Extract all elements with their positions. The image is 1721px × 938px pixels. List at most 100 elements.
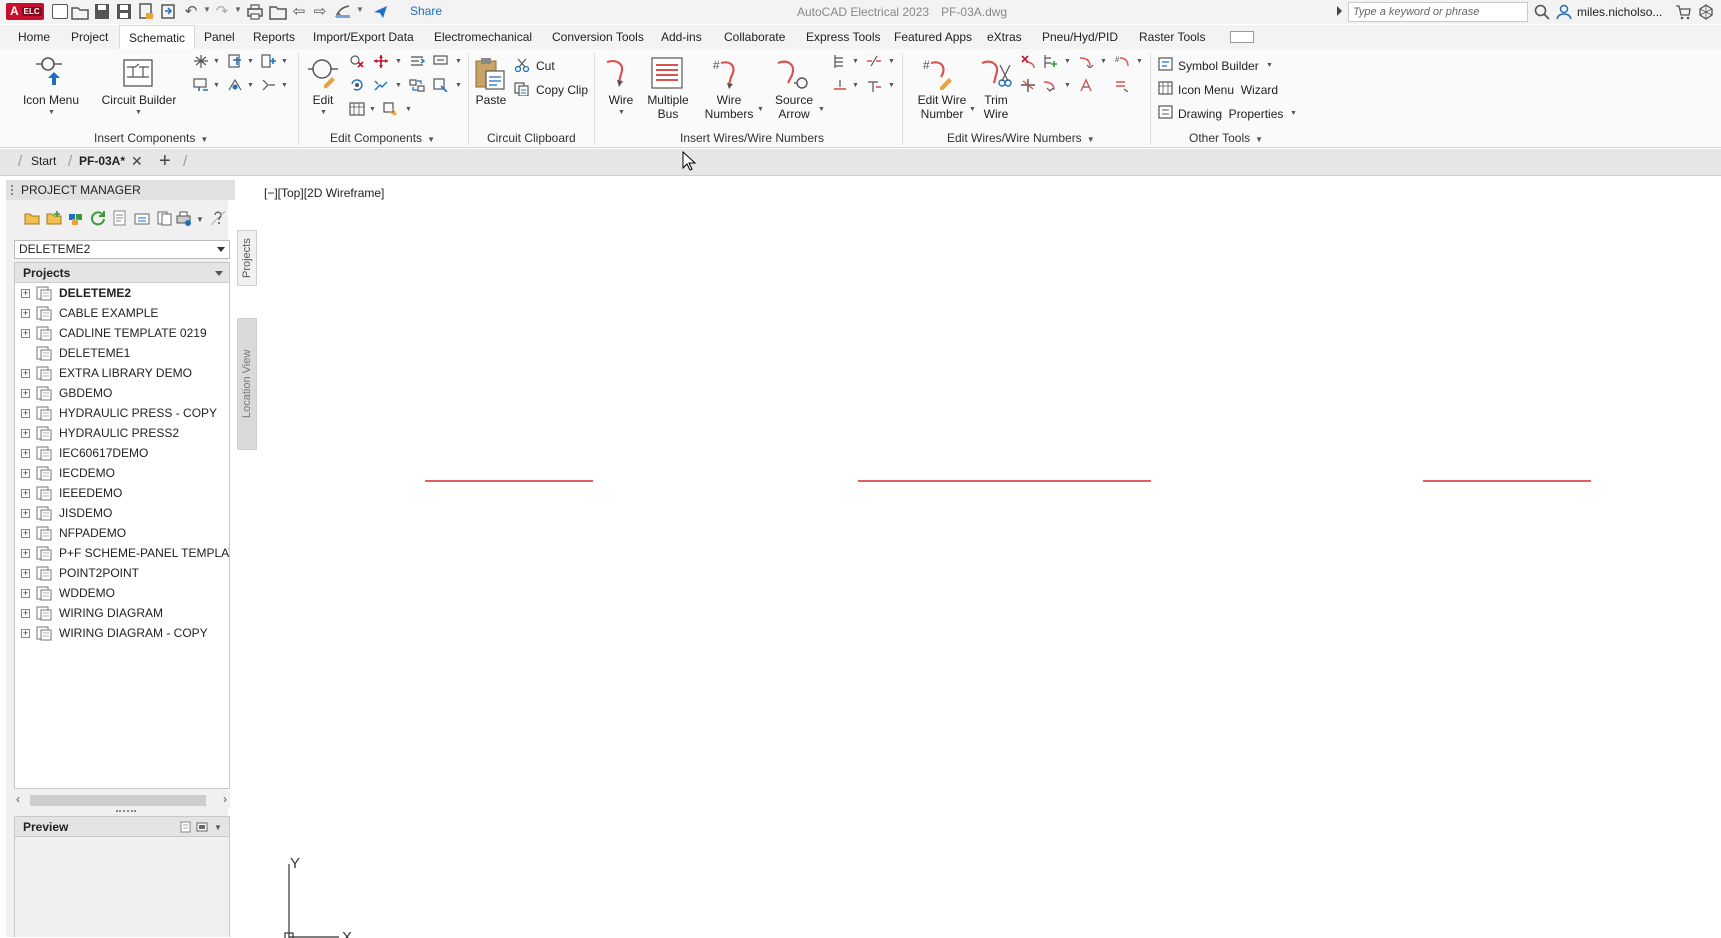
project-tree-item[interactable]: DELETEME1	[15, 343, 229, 363]
export-icon[interactable]	[160, 3, 176, 20]
project-tree-item[interactable]: + JISDEMO	[15, 503, 229, 523]
wire-segment[interactable]	[858, 480, 1151, 482]
source-arrow-dropdown-icon[interactable]: ▼	[818, 106, 825, 113]
copy-clip-icon[interactable]	[514, 82, 530, 96]
expand-plus-icon[interactable]: +	[21, 389, 30, 398]
preview-thumbnail-icon[interactable]	[196, 821, 208, 833]
plot-icon[interactable]	[246, 3, 264, 20]
tab-collaborate[interactable]: Collaborate	[715, 25, 794, 49]
source-arrow-icon[interactable]	[774, 57, 810, 91]
workspace-icon[interactable]	[334, 3, 352, 20]
tab-pneu-hyd-pid[interactable]: Pneu/Hyd/PID	[1033, 25, 1127, 49]
insert-components-panel-title[interactable]: Insert Components ▼	[94, 131, 208, 145]
redo-dropdown-icon[interactable]: ▼	[234, 5, 242, 14]
project-tree-item[interactable]: + CABLE EXAMPLE	[15, 303, 229, 323]
exchange-apps-icon[interactable]	[1698, 4, 1714, 20]
project-folder-icon[interactable]	[269, 4, 287, 20]
tab-project[interactable]: Project	[62, 25, 117, 49]
tab-raster-tools[interactable]: Raster Tools	[1130, 25, 1214, 49]
expand-plus-icon[interactable]: +	[21, 329, 30, 338]
project-tree-item[interactable]: + IECDEMO	[15, 463, 229, 483]
project-tree-item[interactable]: + WIRING DIAGRAM - COPY	[15, 623, 229, 643]
help-icon[interactable]	[210, 210, 226, 226]
expand-plus-icon[interactable]: +	[21, 629, 30, 638]
delete-component-icon[interactable]	[349, 54, 365, 68]
preview-details-icon[interactable]	[180, 821, 192, 833]
drawing-properties-button[interactable]: Drawing Properties	[1178, 107, 1283, 121]
toggle-no-nc-icon[interactable]	[349, 102, 365, 116]
tab-featured-apps[interactable]: Featured Apps	[885, 25, 981, 49]
insert-connector-icon[interactable]	[227, 78, 243, 92]
project-tree-item[interactable]: + WIRING DIAGRAM	[15, 603, 229, 623]
source-arrow-button[interactable]: Source Arrow	[767, 93, 821, 121]
project-tree-item[interactable]: + NFPADEMO	[15, 523, 229, 543]
insert-terminal-icon[interactable]	[193, 78, 209, 92]
user-name[interactable]: miles.nicholso...	[1577, 5, 1662, 19]
edit-button[interactable]: Edit	[306, 93, 340, 107]
move-component-dropdown-icon[interactable]: ▼	[395, 58, 402, 65]
expand-plus-icon[interactable]: +	[21, 469, 30, 478]
cart-icon[interactable]	[1675, 4, 1691, 20]
project-properties-icon[interactable]	[112, 210, 128, 226]
multiple-bus-icon[interactable]	[651, 57, 683, 89]
symbol-builder-icon[interactable]	[1158, 57, 1174, 71]
drawing-properties-dropdown-icon[interactable]: ▼	[1290, 110, 1297, 117]
refresh-icon[interactable]	[90, 210, 106, 226]
tab-schematic[interactable]: Schematic	[119, 25, 196, 49]
scroll-left-icon[interactable]: ‹	[16, 792, 20, 806]
location-view-side-tab[interactable]: Location View	[237, 318, 257, 450]
edit-wire-number-dropdown-icon[interactable]: ▼	[969, 106, 976, 113]
new-drawing-icon[interactable]	[68, 210, 84, 226]
new-project-icon[interactable]	[46, 210, 62, 226]
symbol-builder-button[interactable]: Symbol Builder	[1178, 59, 1259, 73]
drawing-list-display-icon[interactable]	[134, 210, 150, 226]
palette-grip-icon[interactable]	[11, 185, 15, 195]
cut-icon[interactable]	[514, 58, 530, 72]
icon-menu-wizard-icon[interactable]	[1158, 81, 1174, 95]
multiple-insert-dropdown-icon[interactable]: ▼	[213, 58, 220, 65]
flip-wire-number-icon[interactable]	[1078, 78, 1094, 92]
cut-button[interactable]: Cut	[536, 59, 555, 73]
project-tree-item[interactable]: + POINT2POINT	[15, 563, 229, 583]
wire-number-leader-icon[interactable]	[1078, 54, 1094, 68]
user-icon[interactable]	[1556, 4, 1572, 20]
tab-express-tools[interactable]: Express Tools	[797, 25, 889, 49]
insert-ladder-dropdown-icon[interactable]: ▼	[852, 58, 859, 65]
move-wire-number-icon[interactable]	[1020, 78, 1036, 92]
icon-menu-wizard-button[interactable]: Icon Menu Wizard	[1178, 83, 1278, 97]
undo-icon[interactable]: ↶	[182, 3, 200, 21]
scrollbar-thumb[interactable]	[30, 795, 206, 806]
circuit-builder-dropdown-icon[interactable]: ▼	[135, 109, 142, 116]
stretch-wire-dropdown-icon[interactable]: ▼	[888, 82, 895, 89]
trim-wire-button[interactable]: Trim Wire	[978, 93, 1014, 121]
expand-plus-icon[interactable]: +	[21, 289, 30, 298]
panel-splitter[interactable]	[116, 810, 136, 812]
plot-publish-icon[interactable]	[176, 210, 192, 226]
copy-component-icon[interactable]	[349, 78, 365, 92]
publish-icon[interactable]	[138, 3, 154, 20]
wire-segment[interactable]	[1423, 480, 1591, 482]
drawing-tab-pf03a[interactable]: PF-03A*	[79, 154, 125, 168]
delete-wire-number-icon[interactable]	[1020, 54, 1036, 68]
project-tree-item[interactable]: + CADLINE TEMPLATE 0219	[15, 323, 229, 343]
insert-terminal-dropdown-icon[interactable]: ▼	[213, 82, 220, 89]
expand-plus-icon[interactable]: +	[21, 369, 30, 378]
next-drawing-icon[interactable]: ⇨	[311, 3, 329, 21]
project-tree-item[interactable]: + IEEEDEMO	[15, 483, 229, 503]
close-tab-icon[interactable]: ✕	[131, 153, 143, 170]
previous-drawing-icon[interactable]: ⇦	[290, 3, 308, 21]
qat-customize-icon[interactable]: ▼	[356, 5, 364, 14]
tab-conversion-tools[interactable]: Conversion Tools	[543, 25, 653, 49]
other-tools-panel-title[interactable]: Other Tools ▼	[1189, 131, 1263, 145]
symbol-builder-dropdown-icon[interactable]: ▼	[1266, 62, 1273, 69]
chevron-down-icon[interactable]	[215, 271, 223, 276]
fix-component-dropdown-icon[interactable]: ▼	[395, 82, 402, 89]
insert-wires-panel-title[interactable]: Insert Wires/Wire Numbers	[680, 131, 824, 145]
move-component-icon[interactable]	[373, 54, 389, 68]
expand-plus-icon[interactable]: +	[21, 529, 30, 538]
expand-plus-icon[interactable]: +	[21, 589, 30, 598]
multiple-bus-button[interactable]: Multiple Bus	[642, 93, 694, 121]
retag-dropdown-icon[interactable]: ▼	[455, 82, 462, 89]
edit-dropdown-icon[interactable]: ▼	[320, 109, 327, 116]
paste-icon[interactable]	[474, 57, 506, 91]
